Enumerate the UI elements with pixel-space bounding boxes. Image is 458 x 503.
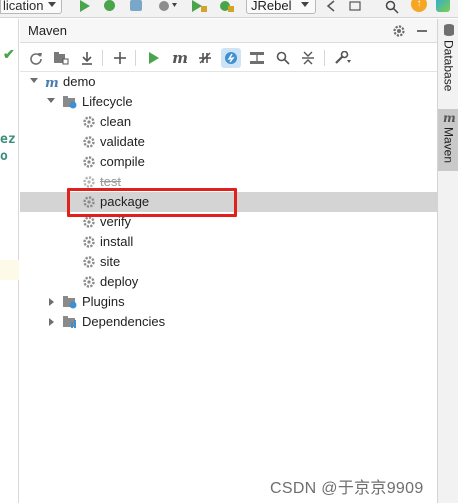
goal-label: install (100, 234, 134, 249)
goal-label: test (100, 174, 121, 189)
toolbar-separator (102, 50, 103, 66)
back-icon[interactable] (324, 0, 338, 12)
maven-goal-icon[interactable]: m (170, 48, 190, 68)
tab-label: Database (441, 40, 456, 92)
toolbar-separator (324, 50, 325, 66)
maven-project-icon: m (45, 75, 59, 91)
goal-label: compile (100, 154, 145, 169)
current-line-highlight (0, 260, 19, 280)
jrebel-debug-icon[interactable] (218, 0, 234, 12)
settings-wrench-icon[interactable] (333, 48, 353, 68)
plugins-folder-icon (63, 295, 77, 309)
check-icon: ✔ (3, 46, 15, 62)
run-configuration-label: lication (3, 0, 44, 13)
search-everywhere-icon[interactable] (385, 0, 399, 14)
code-fragment: ez (0, 132, 16, 147)
chevron-down-icon (301, 2, 309, 7)
update-icon[interactable]: ↑ (411, 0, 427, 12)
collapse-all-icon[interactable] (298, 48, 318, 68)
database-icon (443, 24, 454, 36)
gear-icon (82, 215, 96, 229)
goal-label: site (100, 254, 121, 269)
plus-icon[interactable] (110, 48, 130, 68)
add-project-icon[interactable] (51, 48, 71, 68)
download-icon[interactable] (77, 48, 97, 68)
run-icon[interactable] (80, 0, 90, 12)
expand-arrow-icon[interactable] (30, 78, 38, 83)
vcs-icon[interactable] (348, 0, 362, 12)
expand-arrow-icon[interactable] (49, 318, 54, 326)
maven-toolbar: m (20, 44, 437, 72)
ide-top-toolbar: lication JRebel ↑ (0, 0, 458, 18)
panel-title: Maven (28, 23, 68, 38)
coverage-icon[interactable] (130, 0, 142, 11)
svg-text:m: m (443, 112, 455, 124)
toolbar-separator (135, 50, 136, 66)
tree-node-lifecycle[interactable]: Lifecycle (20, 92, 437, 112)
maven-tool-window: Maven m m demo Lifecycle clean validate … (20, 19, 437, 503)
jrebel-combo[interactable]: JRebel (246, 0, 316, 14)
tab-database[interactable]: Database (438, 23, 458, 95)
gear-icon (82, 115, 96, 129)
lifecycle-goal[interactable]: clean (20, 112, 437, 132)
show-dependencies-icon[interactable] (247, 48, 267, 68)
highlight-annotation-box (67, 188, 237, 217)
editor-edge: ✔ ez o (0, 19, 19, 503)
goal-label: deploy (100, 274, 139, 289)
dependencies-folder-icon (63, 315, 77, 329)
run-configuration-combo[interactable]: lication (0, 0, 63, 14)
jrebel-label: JRebel (251, 0, 292, 13)
maven-icon: m (443, 112, 455, 124)
gear-icon (82, 275, 96, 289)
lifecycle-goal[interactable]: deploy (20, 272, 437, 292)
toggle-offline-icon[interactable] (195, 48, 215, 68)
gear-icon (82, 235, 96, 249)
gear-icon (82, 175, 96, 189)
plugin-logo-icon[interactable] (436, 0, 450, 12)
run-icon[interactable] (144, 48, 164, 68)
tree-node-label: Plugins (82, 294, 125, 309)
minimize-icon[interactable] (417, 30, 427, 32)
tab-label: Maven (441, 127, 456, 164)
tree-node-project[interactable]: m demo (20, 72, 437, 92)
gear-icon (82, 135, 96, 149)
tree-node-dependencies[interactable]: Dependencies (20, 312, 437, 332)
gear-icon (82, 155, 96, 169)
lifecycle-folder-icon (63, 95, 77, 109)
jrebel-run-icon[interactable] (190, 0, 208, 12)
tree-node-label: Dependencies (82, 314, 166, 329)
skip-tests-icon[interactable] (221, 48, 241, 68)
code-fragment: o (0, 149, 8, 164)
lifecycle-goal[interactable]: compile (20, 152, 437, 172)
watermark: CSDN @于京京9909 (270, 480, 424, 497)
search-icon[interactable] (273, 48, 293, 68)
chevron-down-icon (48, 2, 57, 7)
lifecycle-goal[interactable]: install (20, 232, 437, 252)
goal-label: validate (100, 134, 145, 149)
lifecycle-goal[interactable]: site (20, 252, 437, 272)
goal-label: clean (100, 114, 132, 129)
gear-icon[interactable] (392, 24, 406, 38)
lifecycle-goal[interactable]: validate (20, 132, 437, 152)
tab-maven[interactable]: m Maven (438, 109, 458, 171)
right-tool-window-strip: Database m Maven (437, 19, 458, 503)
profile-icon[interactable] (158, 0, 178, 12)
tree-node-label: demo (63, 74, 96, 89)
gear-icon (82, 255, 96, 269)
tree-node-label: Lifecycle (82, 94, 133, 109)
tree-node-plugins[interactable]: Plugins (20, 292, 437, 312)
debug-icon[interactable] (104, 0, 115, 11)
reload-icon[interactable] (26, 48, 46, 68)
expand-arrow-icon[interactable] (47, 98, 55, 103)
svg-text:m: m (45, 76, 59, 89)
maven-panel-header: Maven (20, 19, 437, 43)
expand-arrow-icon[interactable] (49, 298, 54, 306)
